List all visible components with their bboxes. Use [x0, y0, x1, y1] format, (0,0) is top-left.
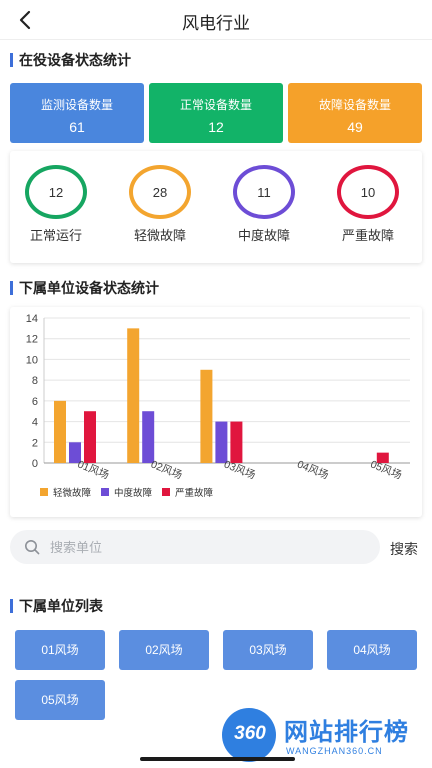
status-ring-panel: 12 正常运行 28 轻微故障 11 中度故障 10 严重故障 — [10, 151, 422, 263]
chart-legend-label: 轻微故障 — [53, 487, 92, 499]
status-ring: 11 — [233, 165, 295, 219]
unit-button-04[interactable]: 04风场 — [327, 630, 417, 670]
search-icon — [25, 540, 40, 555]
search-input[interactable] — [50, 530, 370, 564]
chart-legend-swatch — [101, 488, 109, 496]
stat-card-label: 正常设备数量 — [179, 98, 252, 112]
ring-item-severe-fault[interactable]: 10 严重故障 — [323, 165, 413, 244]
chart-bar — [142, 411, 155, 463]
section-title-sub-status: 下属单位设备状态统计 — [10, 280, 159, 296]
unit-button-01[interactable]: 01风场 — [15, 630, 105, 670]
stat-card-normal: 正常设备数量 12 — [149, 83, 283, 143]
ring-label: 正常运行 — [29, 228, 82, 243]
chart-canvas: 0246810121401风场 02风场 03风场 04风场 05风场轻微故障 中度故障严… — [26, 313, 410, 499]
chart-y-tick-label: 14 — [26, 313, 38, 325]
watermark-subtext: WANGZHAN360.CN — [286, 746, 383, 756]
search-button[interactable]: 搜索 — [390, 539, 418, 559]
chart-bar — [127, 328, 140, 463]
chart-legend-label: 严重故障 — [175, 487, 214, 499]
watermark-logo: 360 — [234, 723, 266, 744]
chart-y-tick-label: 10 — [26, 354, 38, 366]
status-ring: 28 — [129, 165, 191, 219]
ring-label: 严重故障 — [341, 228, 394, 243]
ring-item-normal[interactable]: 12 正常运行 — [11, 165, 101, 244]
stat-card-value: 12 — [208, 119, 224, 135]
chart-x-tick-label: 04风场 — [295, 457, 330, 481]
chart-y-tick-label: 0 — [32, 458, 38, 470]
chart-y-tick-label: 6 — [32, 396, 38, 408]
chart-bar — [84, 411, 96, 463]
unit-button-03[interactable]: 03风场 — [223, 630, 313, 670]
chart-legend-swatch — [40, 488, 48, 496]
status-ring: 12 — [25, 165, 87, 219]
ring-item-minor-fault[interactable]: 28 轻微故障 — [115, 165, 205, 244]
section-title-unit-list: 下属单位列表 — [10, 598, 103, 614]
page-title: 风电行业 — [182, 14, 250, 33]
watermark: 360 网站排行榜 WANGZHAN360.CN — [222, 706, 428, 764]
ring-label: 轻微故障 — [133, 228, 186, 243]
chart-bar — [54, 400, 66, 463]
chart-y-tick-label: 8 — [32, 375, 38, 387]
chart-x-tick-label: 02风场 — [149, 457, 184, 481]
stat-card-fault: 故障设备数量 49 — [288, 83, 422, 143]
stat-card-value: 61 — [69, 119, 85, 135]
chart-legend-label: 中度故障 — [114, 487, 153, 499]
status-ring: 10 — [337, 165, 399, 219]
watermark-text: 网站排行榜 — [284, 719, 409, 746]
ring-item-moderate-fault[interactable]: 11 中度故障 — [219, 165, 309, 244]
stat-card-label: 监测设备数量 — [40, 98, 113, 112]
chart-bar — [230, 421, 243, 463]
unit-button-02[interactable]: 02风场 — [119, 630, 209, 670]
stat-card-value: 49 — [347, 119, 363, 135]
chart-legend-swatch — [162, 488, 170, 496]
app-header: 风电行业 — [0, 0, 432, 40]
chart-y-tick-label: 12 — [26, 334, 38, 346]
section-title-status: 在役设备状态统计 — [10, 52, 131, 68]
chart-bar — [200, 369, 213, 463]
stat-card-label: 故障设备数量 — [318, 98, 391, 112]
home-indicator — [140, 757, 295, 761]
search-box — [10, 530, 380, 564]
fault-bar-chart: 0 2 4 6 8 10 12 14 01风场 02风场 03风场 04风场 05风场 轻微故障 中度故障严… — [10, 307, 422, 517]
stat-card-monitored: 监测设备数量 61 — [10, 83, 144, 143]
ring-label: 中度故障 — [237, 228, 290, 243]
chart-y-tick-label: 2 — [32, 437, 38, 449]
unit-button-05[interactable]: 05风场 — [15, 680, 105, 720]
chart-y-tick-label: 4 — [32, 417, 38, 429]
chart-bar — [215, 421, 228, 463]
